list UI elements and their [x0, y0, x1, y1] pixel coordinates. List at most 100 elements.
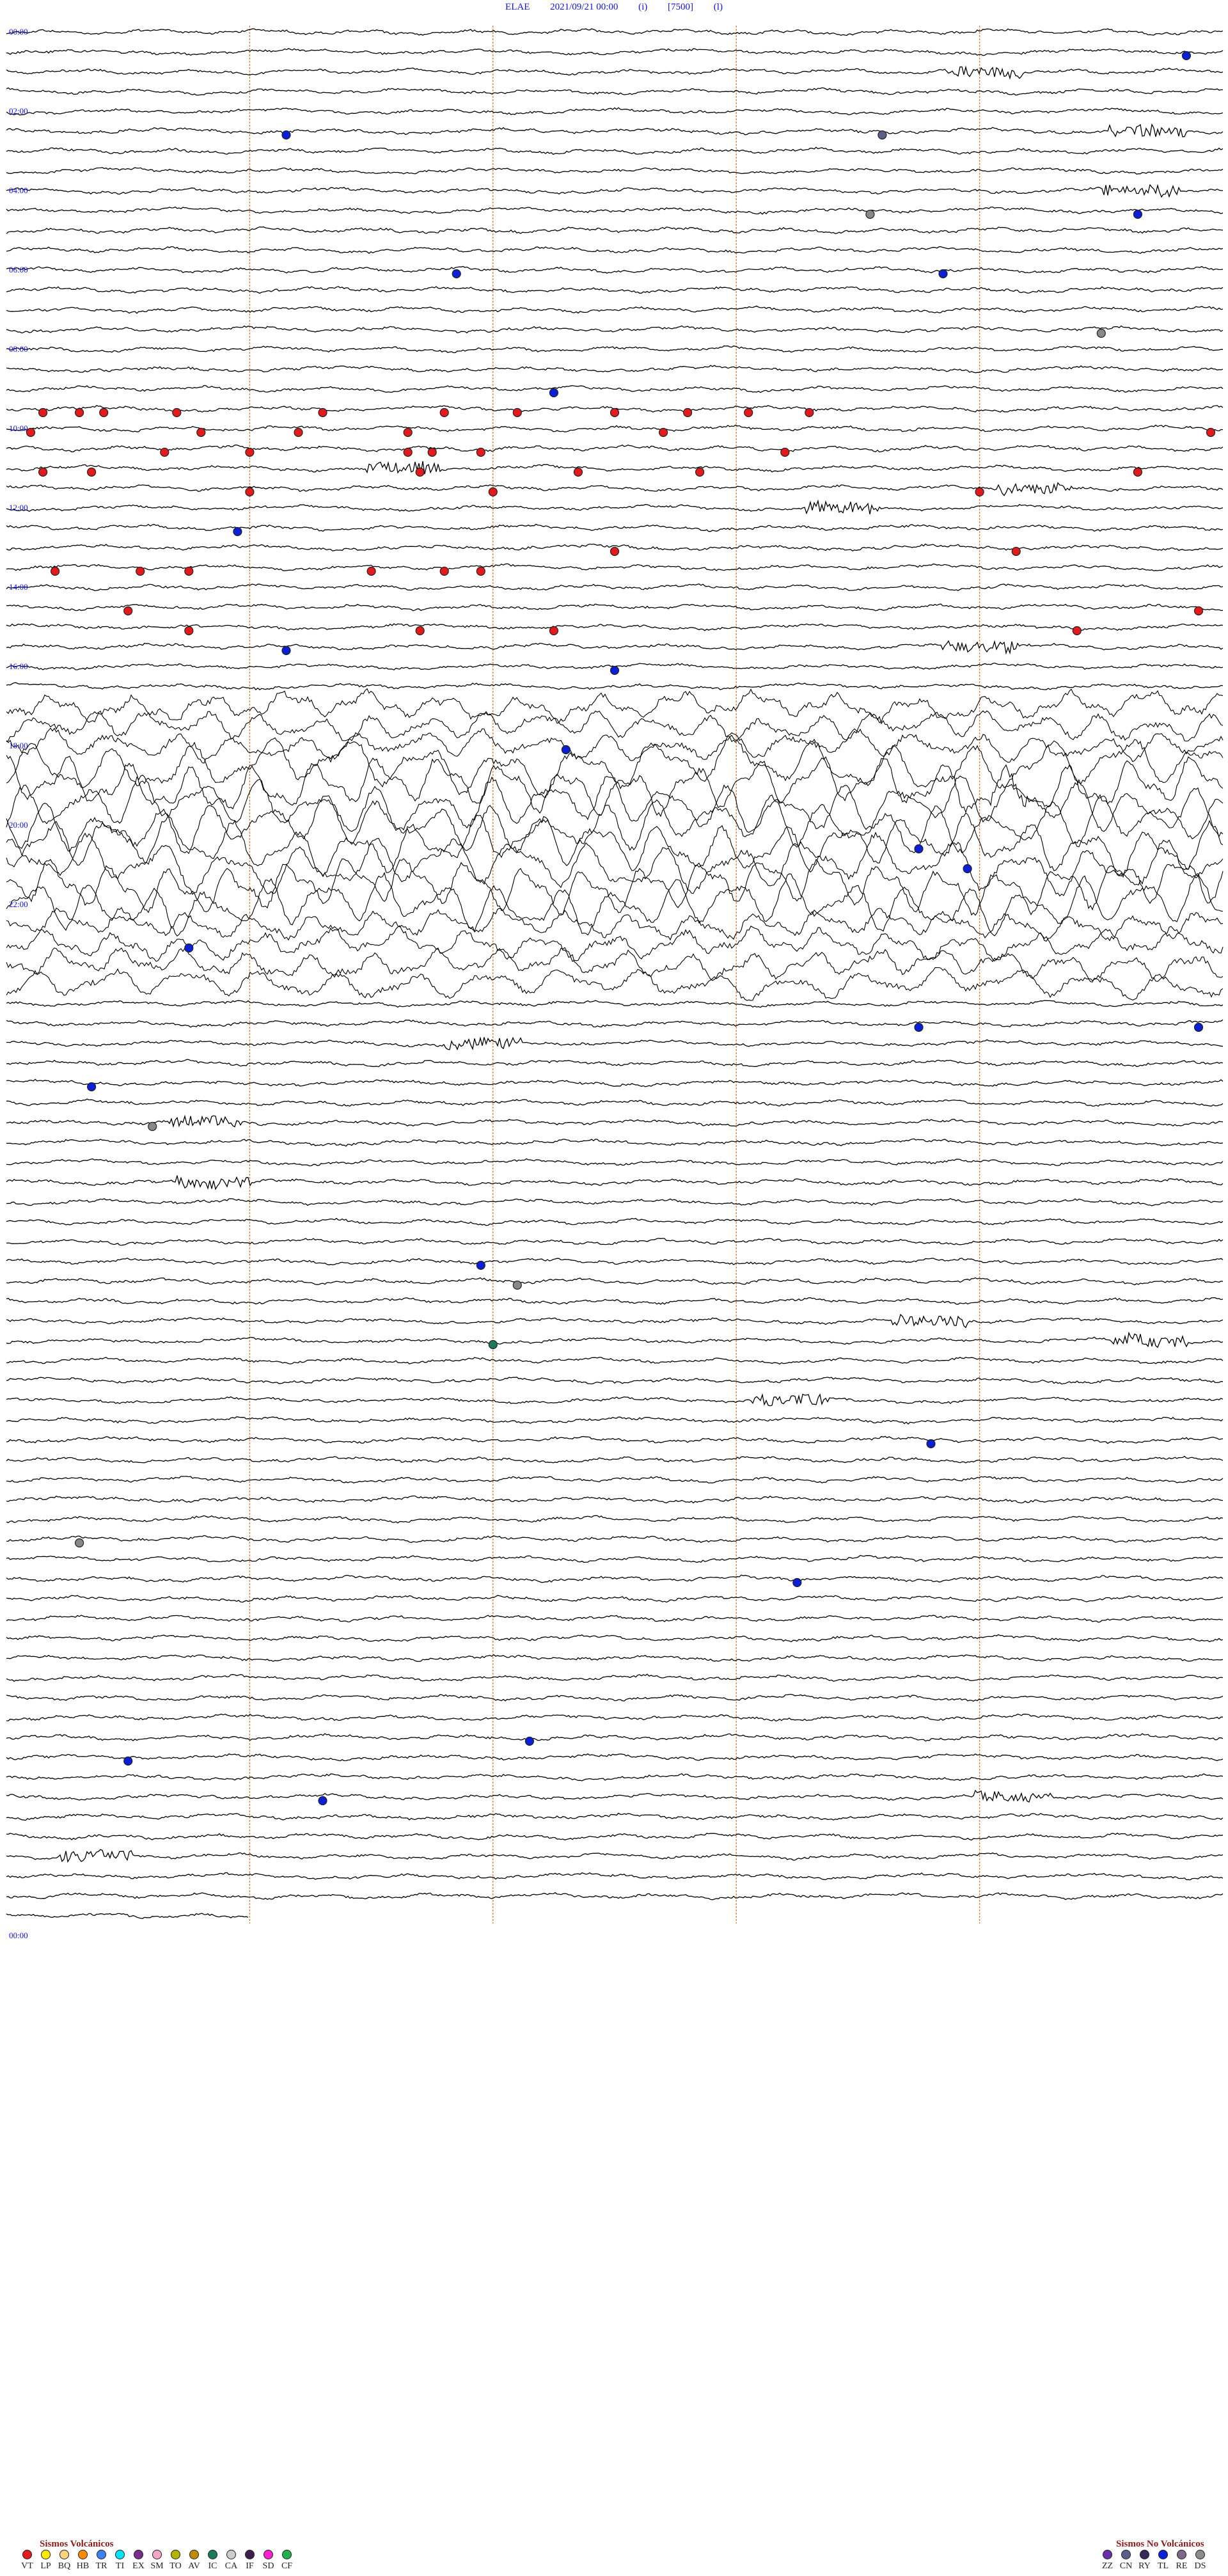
event-marker-tl[interactable] — [1133, 209, 1143, 219]
event-marker-vt[interactable] — [549, 626, 559, 636]
event-marker-tl[interactable] — [1181, 51, 1192, 61]
event-marker-be[interactable] — [74, 1538, 84, 1548]
trace-row-2 — [6, 65, 1224, 80]
trace-row-21 — [6, 444, 1224, 453]
trace-row-23 — [6, 482, 1224, 496]
event-marker-vt[interactable] — [184, 566, 194, 576]
event-marker-tl[interactable] — [318, 1796, 327, 1806]
helicorder-page: ELAE 2021/09/21 00:00 (i) [7500] (l) 00:… — [0, 0, 1228, 2576]
event-marker-tl[interactable] — [87, 1082, 97, 1092]
event-marker-vt[interactable] — [805, 407, 814, 418]
event-marker-vt[interactable] — [136, 566, 145, 576]
trace-row-17 — [6, 365, 1224, 374]
event-marker-vt[interactable] — [512, 407, 522, 418]
legend-dot-icon — [41, 2550, 51, 2559]
event-marker-tl[interactable] — [123, 1756, 133, 1766]
event-marker-vt[interactable] — [99, 407, 109, 418]
event-marker-vt[interactable] — [245, 447, 255, 457]
trace-row-15 — [6, 325, 1224, 334]
event-marker-tl[interactable] — [452, 269, 461, 279]
event-marker-be[interactable] — [865, 209, 875, 219]
trace-row-16 — [6, 345, 1224, 354]
trace-row-33 — [6, 682, 1224, 691]
event-marker-vt[interactable] — [439, 566, 449, 576]
event-marker-vt[interactable] — [610, 407, 620, 418]
trace-row-35 — [6, 710, 1224, 743]
event-marker-vt[interactable] — [1133, 467, 1143, 477]
event-marker-vt[interactable] — [695, 467, 705, 477]
event-marker-tl[interactable] — [561, 745, 571, 755]
event-marker-vt[interactable] — [294, 427, 303, 438]
event-marker-tl[interactable] — [476, 1260, 485, 1270]
event-marker-cn[interactable] — [878, 130, 887, 140]
hour-label: 06:00 — [9, 265, 28, 274]
trace-row-78 — [6, 1574, 1224, 1583]
event-marker-vt[interactable] — [26, 427, 36, 438]
hour-label: 04:00 — [9, 186, 28, 195]
event-marker-vt[interactable] — [403, 427, 413, 438]
event-marker-vt[interactable] — [403, 447, 413, 457]
trace-row-54 — [6, 1098, 1224, 1107]
trace-row-63 — [6, 1277, 1224, 1286]
event-marker-vt[interactable] — [318, 407, 327, 418]
event-marker-tl[interactable] — [233, 526, 242, 537]
hour-label: 10:00 — [9, 423, 28, 433]
event-marker-vt[interactable] — [610, 546, 620, 557]
event-marker-vt[interactable] — [245, 487, 255, 497]
trace-row-64 — [6, 1297, 1224, 1305]
event-marker-tl[interactable] — [281, 130, 291, 140]
event-marker-be[interactable] — [512, 1280, 522, 1290]
event-marker-vt[interactable] — [476, 447, 485, 457]
event-marker-ic[interactable] — [488, 1339, 498, 1350]
event-marker-vt[interactable] — [1206, 427, 1216, 438]
event-marker-vt[interactable] — [74, 407, 84, 418]
event-marker-tl[interactable] — [184, 943, 194, 953]
event-marker-vt[interactable] — [415, 467, 425, 477]
event-marker-vt[interactable] — [366, 566, 376, 576]
event-marker-tl[interactable] — [549, 388, 559, 398]
event-marker-vt[interactable] — [87, 467, 97, 477]
event-marker-vt[interactable] — [975, 487, 984, 497]
event-marker-tl[interactable] — [914, 844, 924, 854]
event-marker-tl[interactable] — [610, 665, 620, 676]
event-marker-tl[interactable] — [792, 1577, 802, 1588]
event-marker-tl[interactable] — [914, 1022, 924, 1032]
event-marker-vt[interactable] — [38, 467, 48, 477]
event-marker-be[interactable] — [148, 1121, 157, 1132]
event-marker-vt[interactable] — [744, 407, 753, 418]
event-marker-tl[interactable] — [938, 269, 948, 279]
event-marker-vt[interactable] — [573, 467, 583, 477]
event-marker-vt[interactable] — [658, 427, 668, 438]
trace-row-94 — [6, 1892, 1224, 1900]
event-marker-vt[interactable] — [38, 407, 48, 418]
event-marker-vt[interactable] — [123, 606, 133, 616]
event-marker-vt[interactable] — [1011, 546, 1021, 557]
nonvolcanic-item-zz: ZZ — [1098, 2550, 1117, 2572]
trace-row-57 — [6, 1158, 1224, 1167]
legend-dot-icon — [1195, 2550, 1205, 2559]
event-marker-tl[interactable] — [281, 645, 291, 656]
event-marker-vt[interactable] — [184, 626, 194, 636]
event-marker-vt[interactable] — [50, 566, 60, 576]
nonvolcanic-item-re: RE — [1172, 2550, 1191, 2572]
event-marker-vt[interactable] — [172, 407, 182, 418]
event-marker-tl[interactable] — [524, 1736, 535, 1746]
event-marker-vt[interactable] — [682, 407, 693, 418]
trace-row-84 — [6, 1693, 1224, 1702]
legend-code: TL — [1157, 2561, 1169, 2571]
event-marker-vt[interactable] — [476, 566, 485, 576]
event-marker-vt[interactable] — [439, 407, 449, 418]
event-marker-vt[interactable] — [1072, 626, 1082, 636]
event-marker-tl[interactable] — [926, 1439, 936, 1449]
event-marker-vt[interactable] — [427, 447, 437, 457]
trace-row-88 — [6, 1773, 1224, 1782]
event-marker-tl[interactable] — [1193, 1022, 1204, 1032]
event-marker-vt[interactable] — [196, 427, 206, 438]
event-marker-tl[interactable] — [963, 864, 972, 874]
event-marker-be[interactable] — [1096, 328, 1106, 338]
event-marker-vt[interactable] — [780, 447, 790, 457]
event-marker-vt[interactable] — [415, 626, 425, 636]
event-marker-vt[interactable] — [488, 487, 498, 497]
event-marker-vt[interactable] — [160, 447, 169, 457]
event-marker-vt[interactable] — [1193, 606, 1204, 616]
